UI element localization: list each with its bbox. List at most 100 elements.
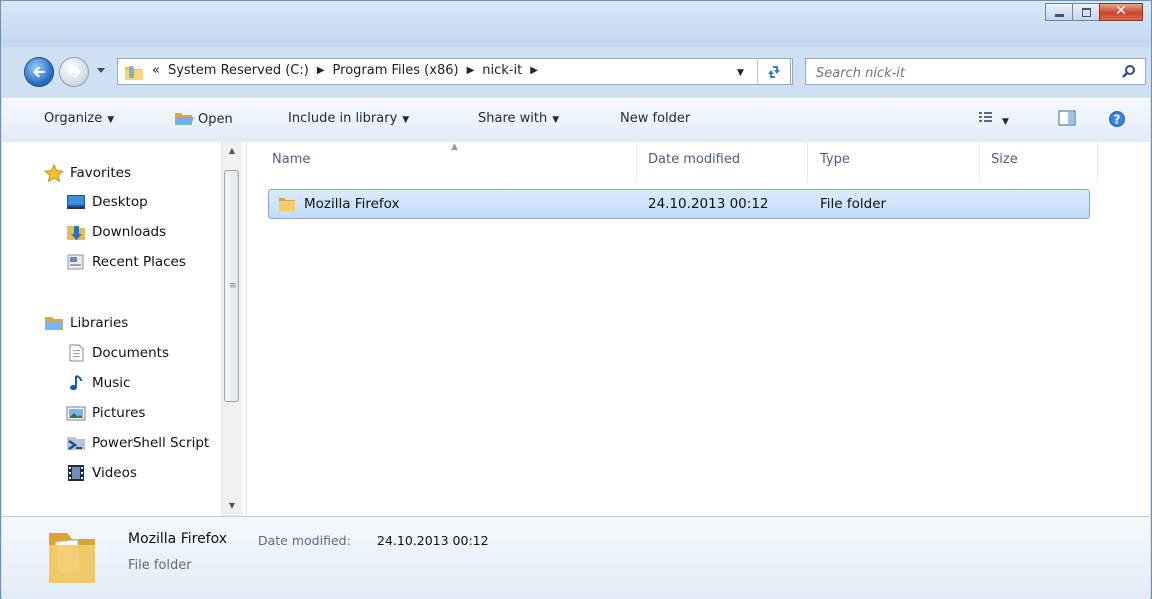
sidebar-item-libraries[interactable]: Libraries [44, 314, 128, 332]
scroll-down-arrow-icon[interactable]: ▼ [222, 501, 242, 510]
details-item-type: File folder [128, 558, 192, 573]
details-pane: Mozilla Firefox Date modified: 24.10.201… [2, 516, 1150, 599]
column-divider[interactable] [979, 142, 980, 182]
close-icon: ✕ [1115, 3, 1127, 19]
sidebar-item-documents[interactable]: Documents [66, 344, 169, 362]
breadcrumb-separator-icon[interactable]: ▶ [317, 65, 325, 76]
forward-arrow-icon [69, 66, 81, 78]
details-item-name: Mozilla Firefox [128, 531, 228, 547]
folder-icon [279, 198, 295, 211]
chevron-down-icon: ▼ [1002, 117, 1009, 127]
breadcrumb-item-drive[interactable]: System Reserved (C:) [168, 63, 309, 78]
magnifier-icon[interactable] [1121, 64, 1137, 80]
file-name: Mozilla Firefox [304, 196, 400, 212]
chevron-down-icon: ▼ [107, 115, 115, 125]
details-date-value: 24.10.2013 00:12 [377, 533, 489, 548]
command-bar: Organize ▼ Open Include in library ▼ Share… [2, 98, 1150, 143]
change-view-button[interactable]: ▼ [978, 110, 1009, 128]
back-arrow-icon [33, 66, 45, 78]
back-button[interactable] [24, 57, 54, 87]
file-type: File folder [820, 196, 887, 212]
grip-icon: ≡ [229, 281, 237, 291]
sidebar-item-label: Desktop [92, 194, 148, 210]
libraries-icon [44, 314, 64, 332]
forward-button[interactable] [59, 57, 89, 87]
breadcrumb-overflow[interactable]: « [152, 63, 160, 78]
scrollbar-thumb[interactable]: ≡ [224, 170, 239, 402]
scroll-up-arrow-icon[interactable]: ▲ [222, 146, 242, 155]
include-in-library-menu[interactable]: Include in library ▼ [288, 111, 409, 126]
folder-thumbnail-icon [49, 533, 95, 583]
sidebar-item-label: Favorites [70, 165, 131, 181]
sidebar-item-powershell-script[interactable]: PowerShell Script [66, 434, 209, 452]
star-icon [44, 163, 64, 183]
close-button[interactable]: ✕ [1099, 3, 1143, 21]
search-box [805, 58, 1146, 85]
new-folder-button[interactable]: New folder [620, 111, 690, 126]
breadcrumb-item-nick-it[interactable]: nick-it [482, 63, 522, 78]
column-header-type[interactable]: Type [820, 152, 850, 167]
open-folder-icon [175, 113, 194, 125]
include-in-library-label: Include in library [288, 111, 398, 126]
music-note-icon [66, 374, 86, 392]
column-divider[interactable] [1097, 142, 1098, 182]
sidebar-item-favorites[interactable]: Favorites [44, 163, 131, 183]
svg-text:?: ? [1114, 113, 1121, 127]
chevron-down-icon: ▼ [402, 115, 410, 125]
help-button[interactable]: ? [1108, 110, 1126, 132]
sidebar-item-label: Recent Places [92, 254, 186, 270]
sidebar-item-pictures[interactable]: Pictures [66, 404, 145, 422]
sidebar-item-label: PowerShell Script [92, 435, 210, 451]
powershell-icon [66, 434, 86, 452]
breadcrumb-separator-icon[interactable]: ▶ [530, 65, 538, 76]
navigation-pane-scrollbar[interactable]: ▲ ≡ ▼ [221, 142, 242, 516]
table-row[interactable]: Mozilla Firefox 24.10.2013 00:12 File fo… [268, 189, 1090, 219]
column-header-date-modified[interactable]: Date modified [648, 152, 740, 167]
address-bar[interactable]: « System Reserved (C:) ▶ Program Files (… [117, 58, 793, 85]
maximize-button[interactable] [1072, 3, 1100, 21]
breadcrumb-separator-icon[interactable]: ▶ [467, 65, 475, 76]
address-dropdown-icon[interactable]: ▼ [737, 68, 744, 78]
videos-film-icon [66, 464, 86, 482]
preview-pane-icon [1058, 110, 1076, 126]
sidebar-item-label: Downloads [92, 224, 167, 240]
organize-menu[interactable]: Organize ▼ [44, 111, 114, 126]
pictures-icon [66, 404, 86, 422]
view-list-icon [979, 112, 992, 122]
title-bar: ✕ [1, 1, 1151, 47]
explorer-window: ✕ « System Reserved (C:) ▶ Program Files… [0, 0, 1152, 599]
column-divider[interactable] [807, 142, 808, 182]
sidebar-item-downloads[interactable]: Downloads [66, 223, 166, 241]
folder-icon [125, 66, 143, 80]
column-divider[interactable] [636, 142, 637, 182]
share-with-label: Share with [478, 111, 548, 126]
column-header-size[interactable]: Size [991, 152, 1018, 167]
breadcrumb-item-program-files[interactable]: Program Files (x86) [333, 63, 459, 78]
refresh-icon [768, 65, 780, 78]
sidebar-item-label: Music [92, 375, 131, 391]
caption-buttons: ✕ [1045, 3, 1143, 21]
chevron-down-icon: ▼ [552, 115, 560, 125]
sidebar-item-label: Documents [92, 345, 169, 361]
open-button[interactable]: Open [174, 111, 233, 127]
file-list: ▲ Name Date modified Type Size Mozilla F… [247, 142, 1150, 516]
sidebar-item-label: Videos [92, 465, 137, 481]
help-icon: ? [1109, 111, 1125, 127]
refresh-button[interactable] [757, 58, 791, 85]
new-folder-label: New folder [620, 111, 691, 126]
organize-label: Organize [44, 111, 103, 126]
documents-icon [66, 344, 86, 362]
recent-pages-chevron-icon[interactable] [96, 65, 106, 75]
desktop-icon [66, 193, 86, 211]
file-date-modified: 24.10.2013 00:12 [648, 196, 769, 212]
sidebar-item-desktop[interactable]: Desktop [66, 193, 148, 211]
sidebar-item-videos[interactable]: Videos [66, 464, 137, 482]
sidebar-item-recent-places[interactable]: Recent Places [66, 253, 186, 271]
preview-pane-button[interactable] [1058, 110, 1076, 130]
minimize-button[interactable] [1045, 3, 1073, 21]
sidebar-item-music[interactable]: Music [66, 374, 130, 392]
share-with-menu[interactable]: Share with ▼ [478, 111, 559, 126]
search-input[interactable] [814, 63, 1118, 83]
column-header-name[interactable]: Name [272, 152, 310, 167]
sidebar-item-label: Libraries [70, 315, 129, 331]
